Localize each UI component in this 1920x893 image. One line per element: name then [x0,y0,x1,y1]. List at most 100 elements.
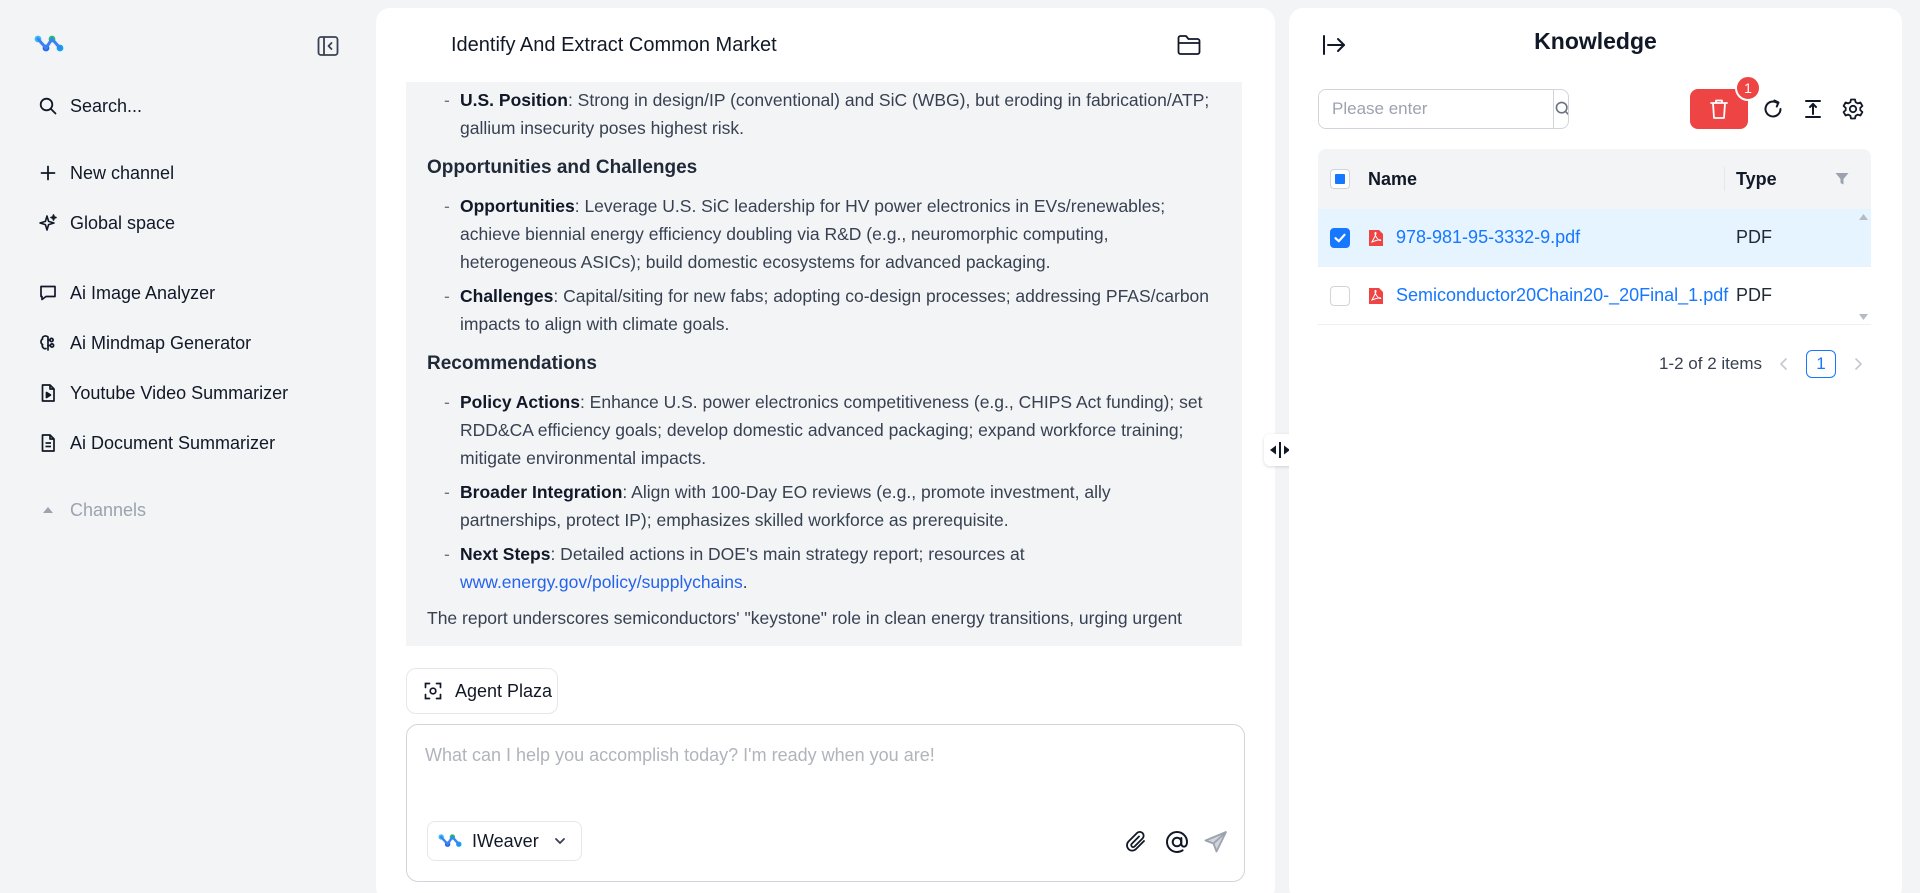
item-text-end: . [742,572,748,592]
file-link[interactable]: 978-981-95-3332-9.pdf [1368,227,1580,248]
next-page-icon[interactable] [1850,356,1866,372]
iweaver-logo[interactable] [34,34,64,54]
list-item: Broader Integration: Align with 100-Day … [443,478,1216,534]
sidebar-item-label: Ai Image Analyzer [70,282,216,303]
checkmark-icon [1334,233,1346,243]
file-type: PDF [1736,285,1772,305]
brain-icon [40,335,55,351]
settings-gear-icon[interactable] [1841,97,1865,121]
search-icon [39,97,57,115]
search-label: Search... [70,95,143,116]
mention-icon[interactable] [1164,829,1190,855]
upload-text-icon[interactable] [1801,97,1825,121]
chat-input[interactable] [425,745,1205,785]
item-text: : Strong in design/IP (conventional) and… [460,90,1210,138]
column-header-type[interactable]: Type [1736,169,1777,190]
chevron-down-icon [554,838,565,844]
refresh-icon[interactable] [1761,97,1785,121]
document-icon [41,434,55,452]
search-button[interactable]: Search... [38,91,142,121]
row-checkbox[interactable] [1330,286,1350,306]
table-header: Name Type [1318,149,1871,209]
agent-plaza-label: Agent Plaza [455,680,553,701]
channels-label: Channels [70,499,147,520]
resize-arrows-icon [1270,442,1290,458]
list-item: Opportunities: Leverage U.S. SiC leaders… [443,192,1216,276]
column-header-name[interactable]: Name [1368,169,1417,190]
folder-icon[interactable] [1176,32,1202,58]
closing-paragraph: The report underscores semiconductors' "… [427,608,1183,628]
knowledge-search-input[interactable] [1319,90,1553,128]
file-type: PDF [1736,227,1772,247]
collapse-sidebar-icon[interactable] [316,34,340,58]
knowledge-search-button[interactable] [1553,90,1568,128]
knowledge-search [1318,89,1569,129]
file-name: 978-981-95-3332-9.pdf [1396,227,1581,247]
chat-title: Identify And Extract Common Market [451,34,777,56]
attachment-icon[interactable] [1124,829,1150,855]
agent-plaza-button[interactable]: Agent Plaza [406,668,558,714]
sidebar-item-label: Youtube Video Summarizer [70,382,289,403]
item-text: : Capital/siting for new fabs; adopting … [460,286,1210,334]
list-item: Next Steps: Detailed actions in DOE's ma… [443,540,1216,596]
caret-up-icon [43,507,53,513]
item-label: Challenges [460,286,554,306]
section-heading: Recommendations [427,353,597,374]
trash-icon [1710,99,1728,119]
knowledge-title: Knowledge [1534,28,1657,54]
new-channel-label: New channel [70,162,175,183]
prev-page-icon[interactable] [1776,356,1792,372]
knowledge-table: Name Type 978-981-95-3332-9.pdf PDF Semi… [1318,149,1871,325]
item-label: Policy Actions [460,392,580,412]
search-icon [1555,101,1568,116]
sidebar-item-youtube-video-summarizer[interactable]: Youtube Video Summarizer [38,378,288,408]
new-channel-button[interactable]: New channel [38,158,174,188]
assistant-message: U.S. Position: Strong in design/IP (conv… [406,82,1242,646]
item-label: Next Steps [460,544,551,564]
video-file-icon [41,384,55,402]
agent-plaza-icon [424,682,442,700]
model-selector[interactable]: IWeaver [427,821,582,861]
model-name: IWeaver [472,830,539,851]
global-space-button[interactable]: Global space [38,208,175,238]
sidebar-item-ai-image-analyzer[interactable]: Ai Image Analyzer [38,278,215,308]
send-icon[interactable] [1203,829,1229,855]
sidebar-item-label: Ai Document Summarizer [70,432,276,453]
global-space-label: Global space [70,212,176,233]
composer: IWeaver [406,724,1245,882]
file-name: Semiconductor20Chain20-_20Final_1.pdf [1396,285,1729,305]
file-link[interactable]: Semiconductor20Chain20-_20Final_1.pdf [1368,285,1728,306]
chat-bubble-icon [40,285,56,301]
iweaver-logo [438,834,462,847]
item-label: U.S. Position [460,90,568,110]
list-item: Challenges: Capital/siting for new fabs;… [443,282,1216,338]
pdf-file-icon [1369,229,1383,246]
sidebar-item-ai-document-summarizer[interactable]: Ai Document Summarizer [38,428,275,458]
sparkle-icon [39,214,57,231]
row-checkbox[interactable] [1330,228,1350,248]
pdf-file-icon [1369,287,1383,304]
supplychains-link[interactable]: www.energy.gov/policy/supplychains [460,572,743,592]
table-row[interactable]: Semiconductor20Chain20-_20Final_1.pdf PD… [1318,267,1871,325]
section-heading: Opportunities and Challenges [427,157,698,178]
chat-panel: Identify And Extract Common Market U.S. … [376,8,1275,893]
pagination-summary: 1-2 of 2 items [1659,354,1762,373]
item-text: : Detailed actions in DOE's main strateg… [550,544,1025,564]
plus-icon [40,165,56,181]
filter-icon[interactable] [1834,171,1850,187]
select-all-checkbox[interactable] [1330,169,1350,189]
list-item: Policy Actions: Enhance U.S. power elect… [443,388,1216,472]
column-divider [1724,167,1725,191]
list-item: U.S. Position: Strong in design/IP (conv… [443,86,1216,142]
table-scrollbar[interactable] [1856,209,1871,325]
knowledge-panel: Knowledge 1 Name Type 978-981-95-3332-9.… [1289,8,1902,893]
page-number[interactable]: 1 [1806,350,1836,378]
selected-count-badge: 1 [1735,75,1761,101]
sidebar-item-ai-mindmap-generator[interactable]: Ai Mindmap Generator [38,328,251,358]
item-label: Opportunities [460,196,575,216]
sidebar: Search... New channel Global space Ai Im… [0,0,375,893]
sidebar-item-label: Ai Mindmap Generator [70,332,252,353]
pagination: 1-2 of 2 items 1 [1659,350,1866,378]
channels-toggle[interactable]: Channels [38,495,146,525]
table-row[interactable]: 978-981-95-3332-9.pdf PDF [1318,209,1871,267]
